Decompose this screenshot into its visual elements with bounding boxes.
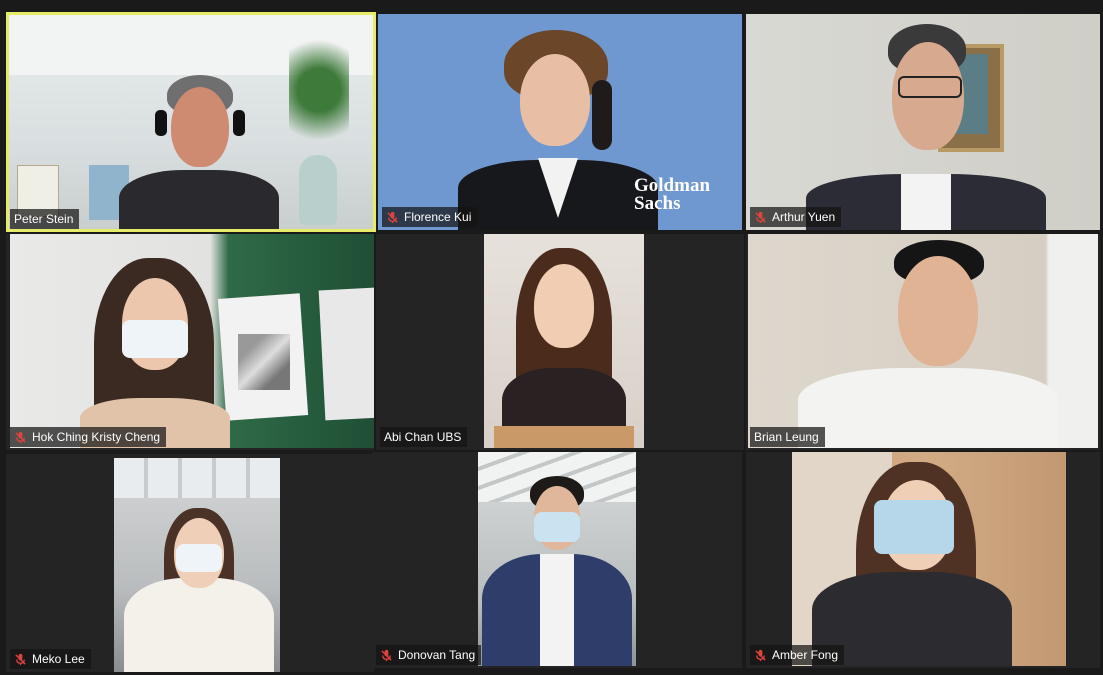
video-tile-meko-lee[interactable]: Meko Lee <box>6 454 374 672</box>
video-tile-abi-chan-ubs[interactable]: Abi Chan UBS <box>376 234 744 450</box>
video-tile-florence-kui[interactable]: Goldman Sachs Florence Kui <box>378 14 742 230</box>
video-feed <box>746 14 1100 230</box>
video-feed <box>114 458 280 672</box>
microphone-muted-icon <box>15 653 26 665</box>
nameplate: Florence Kui <box>382 207 478 227</box>
video-tile-amber-fong[interactable]: Amber Fong <box>746 452 1100 668</box>
microphone-muted-icon <box>15 431 26 443</box>
nameplate: Meko Lee <box>10 649 91 669</box>
participant-figure <box>124 508 274 672</box>
participant-figure <box>812 462 1012 666</box>
microphone-muted-icon <box>755 211 766 223</box>
participant-figure <box>70 258 240 448</box>
video-tile-hok-ching-kristy-cheng[interactable]: Hok Ching Kristy Cheng <box>6 234 374 450</box>
participant-figure <box>458 30 658 230</box>
video-tile-brian-leung[interactable]: Brian Leung <box>746 234 1100 450</box>
participant-name: Hok Ching Kristy Cheng <box>32 430 161 444</box>
goldman-sachs-logo: Goldman Sachs <box>634 176 710 214</box>
nameplate: Donovan Tang <box>376 645 482 665</box>
participant-name: Meko Lee <box>32 652 85 666</box>
video-tile-peter-stein[interactable]: Peter Stein <box>6 12 376 232</box>
microphone-muted-icon <box>755 649 766 661</box>
video-tile-arthur-yuen[interactable]: Arthur Yuen <box>746 14 1100 230</box>
logo-line: Sachs <box>634 193 681 214</box>
participant-name: Donovan Tang <box>398 648 476 662</box>
video-feed <box>10 234 374 448</box>
nameplate: Peter Stein <box>10 209 80 229</box>
video-feed: Goldman Sachs <box>378 14 742 230</box>
participant-figure <box>482 476 632 666</box>
nameplate: Arthur Yuen <box>750 207 842 227</box>
participant-name: Florence Kui <box>404 210 472 224</box>
participant-figure <box>806 24 1046 230</box>
participant-name: Amber Fong <box>772 648 839 662</box>
video-feed <box>748 234 1098 448</box>
participant-figure <box>494 248 634 448</box>
video-feed <box>478 452 636 666</box>
microphone-muted-icon <box>387 211 398 223</box>
participant-name: Peter Stein <box>14 212 74 226</box>
participant-name: Abi Chan UBS <box>384 430 462 444</box>
microphone-muted-icon <box>381 649 392 661</box>
participant-figure <box>119 75 279 229</box>
participant-figure <box>798 240 1058 448</box>
participant-name: Arthur Yuen <box>772 210 836 224</box>
video-feed <box>9 15 373 229</box>
nameplate: Hok Ching Kristy Cheng <box>10 427 167 447</box>
video-tile-donovan-tang[interactable]: Donovan Tang <box>372 452 742 668</box>
participant-name: Brian Leung <box>754 430 819 444</box>
video-feed <box>792 452 1066 666</box>
nameplate: Brian Leung <box>750 427 825 447</box>
video-feed <box>484 234 644 448</box>
nameplate: Abi Chan UBS <box>380 427 468 447</box>
nameplate: Amber Fong <box>750 645 845 665</box>
